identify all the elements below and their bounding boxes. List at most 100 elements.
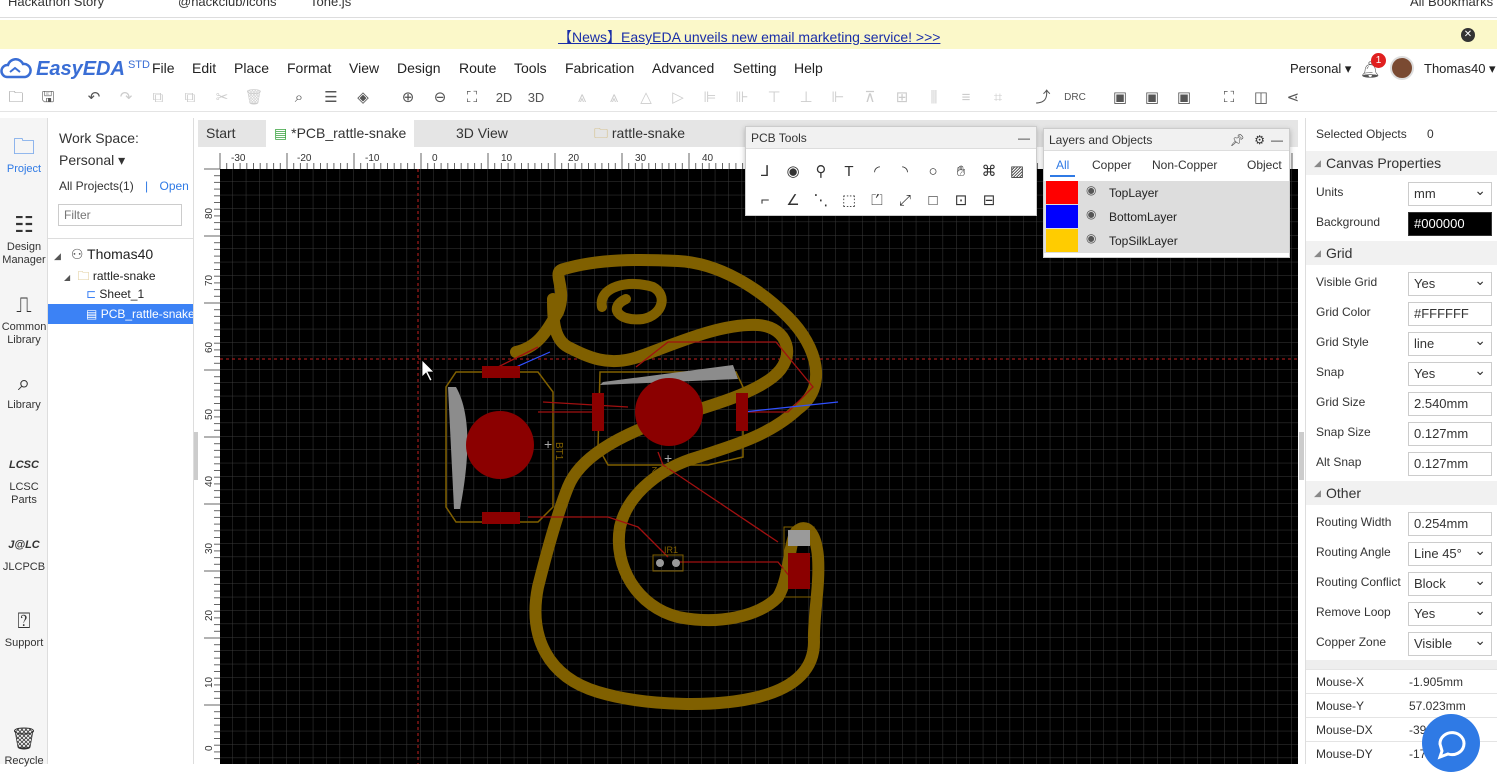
track-icon[interactable]: ⅃ [754, 161, 776, 183]
align-center-v-icon[interactable]: ⊼ [860, 88, 880, 108]
layers-icon[interactable]: ◫ [1251, 88, 1271, 108]
remove-loop-select[interactable]: Yes [1408, 599, 1492, 626]
eye-icon[interactable]: ◉ [1086, 207, 1096, 221]
photo-view-icon[interactable]: ⊟ [978, 190, 1000, 212]
snap-select[interactable]: Yes [1408, 359, 1492, 386]
rectangle-icon[interactable]: □ [922, 190, 944, 212]
camera-icon[interactable]: ▣ [1174, 88, 1194, 108]
arc-icon[interactable]: ◜ [866, 161, 888, 183]
layer-color-swatch[interactable] [1046, 181, 1078, 204]
bookmark-tonejs[interactable]: Tone.js [310, 0, 351, 9]
canvas-properties-section[interactable]: ◢ Canvas Properties [1306, 151, 1497, 175]
menu-file[interactable]: File [152, 60, 175, 76]
news-link[interactable]: 【News】EasyEDA unveils new email marketin… [558, 27, 940, 47]
delete-icon[interactable]: 🗑︎ [244, 88, 264, 108]
menu-route[interactable]: Route [459, 60, 496, 76]
find-similar-icon[interactable]: ☰ [321, 88, 341, 108]
rail-common-library[interactable]: ⎍ Common Library [0, 292, 48, 347]
image-icon[interactable]: ⛶ [1219, 88, 1239, 108]
routing-angle-select[interactable]: Line 45° [1408, 539, 1492, 566]
pin-icon[interactable]: 📌︎ [1230, 129, 1245, 151]
right-collapse-handle[interactable] [1299, 432, 1304, 480]
bookmark-hackclub-icons[interactable]: @hackclub/icons [178, 0, 276, 9]
snap-size-input[interactable]: 0.127mm [1408, 422, 1492, 446]
user-menu[interactable]: Thomas40 ▾ [1424, 61, 1496, 77]
component-pad-red[interactable] [788, 553, 810, 589]
tree-pcb[interactable]: ▤ PCB_rattle-snake [48, 304, 193, 324]
other-section[interactable]: ◢ Other [1306, 481, 1497, 505]
align-right-icon[interactable]: ⊪ [732, 88, 752, 108]
grid-size-input[interactable]: 2.540mm [1408, 392, 1492, 416]
zoom-in-icon[interactable]: ⊕ [398, 88, 418, 108]
rotate-icon[interactable]: ⩓ [604, 88, 624, 108]
tree-owner[interactable]: ◢ ⚇ Thomas40 [54, 246, 153, 263]
rail-support[interactable]: ⍰ Support [0, 608, 48, 650]
copper-area-icon[interactable]: ⬚ [838, 190, 860, 212]
menu-place[interactable]: Place [234, 60, 269, 76]
layer-color-swatch[interactable] [1046, 205, 1078, 228]
grid-color-input[interactable]: #FFFFFF [1408, 302, 1492, 326]
pan-hand-icon[interactable]: ✋︎ [950, 161, 972, 183]
units-select[interactable]: mm [1408, 179, 1492, 206]
distribute-h-icon[interactable]: ⫼ [924, 88, 944, 108]
layers-tab-copper[interactable]: Copper [1086, 153, 1137, 177]
workspace-dropdown[interactable]: Personal ▾ [59, 152, 125, 169]
gerber-icon[interactable]: ▣ [1142, 88, 1162, 108]
alt-snap-input[interactable]: 0.127mm [1408, 452, 1492, 476]
close-news-icon[interactable]: ✕ [1461, 28, 1475, 42]
grid-section[interactable]: ◢ Grid [1306, 241, 1497, 265]
menu-advanced[interactable]: Advanced [652, 60, 714, 76]
copy-icon[interactable]: ⧉ [148, 88, 168, 108]
menu-design[interactable]: Design [397, 60, 441, 76]
image-icon[interactable]: ▨ [1006, 161, 1028, 183]
chat-bubble-button[interactable] [1422, 714, 1480, 772]
mirror-icon[interactable]: ▷ [668, 88, 688, 108]
angle-icon[interactable]: ∠ [782, 190, 804, 212]
connect-icon[interactable]: ⌘ [978, 161, 1000, 183]
layer-color-swatch[interactable] [1046, 229, 1078, 252]
redo-icon[interactable]: ↷ [116, 88, 136, 108]
tab-pcb[interactable]: ▤ *PCB_rattle-snake [266, 120, 415, 147]
menu-tools[interactable]: Tools [514, 60, 547, 76]
component-pad-gray[interactable] [788, 530, 810, 546]
group-icon[interactable]: ⌗ [988, 88, 1008, 108]
arc-center-icon[interactable]: ◝ [894, 161, 916, 183]
fit-view-icon[interactable]: ⛶ [462, 88, 482, 108]
canvas-origin-icon[interactable]: ⊡ [950, 190, 972, 212]
bom-icon[interactable]: ▣ [1110, 88, 1130, 108]
eye-icon[interactable]: ◉ [1086, 183, 1096, 197]
layers-tab-non-copper[interactable]: Non-Copper [1146, 153, 1223, 177]
minimize-icon[interactable]: — [1018, 127, 1030, 149]
routing-width-input[interactable]: 0.254mm [1408, 512, 1492, 536]
circle-icon[interactable]: ○ [922, 161, 944, 183]
rail-jlcpcb[interactable]: J@LC JLCPCB [0, 532, 48, 574]
bt1-pad-center[interactable] [466, 411, 534, 479]
drc-button[interactable]: DRC [1062, 88, 1088, 108]
menu-view[interactable]: View [349, 60, 379, 76]
align-grid-icon[interactable]: ⊞ [892, 88, 912, 108]
layer-row-toplayer[interactable]: ◉ TopLayer [1044, 181, 1289, 205]
background-color-input[interactable]: #000000 [1408, 212, 1492, 236]
copper-zone-select[interactable]: Visible [1408, 629, 1492, 656]
routing-conflict-select[interactable]: Block [1408, 569, 1492, 596]
menu-format[interactable]: Format [287, 60, 331, 76]
align-top-icon[interactable]: ⊤ [764, 88, 784, 108]
layers-tab-object[interactable]: Object [1241, 153, 1288, 177]
align-bottom-icon[interactable]: ⊥ [796, 88, 816, 108]
layer-row-bottomlayer[interactable]: ◉ BottomLayer [1044, 205, 1289, 229]
tree-sheet[interactable]: ⊏ Sheet_1 [86, 287, 144, 301]
rail-lcsc-parts[interactable]: LCSC LCSC Parts [0, 452, 48, 507]
avatar[interactable] [1390, 56, 1414, 80]
layers-tab-all[interactable]: All [1050, 153, 1076, 177]
view-2d-button[interactable]: 2D [491, 88, 517, 108]
tree-project[interactable]: ◢ 🗀 rattle-snake [64, 267, 156, 288]
distribute-v-icon[interactable]: ≡ [956, 88, 976, 108]
bt2-pad-center[interactable] [635, 378, 703, 446]
gear-icon[interactable]: ⚙ [1254, 129, 1265, 151]
rail-project[interactable]: 🗀 Project [0, 134, 48, 176]
route-icon[interactable]: ⤴ [1033, 88, 1053, 108]
ir1-pin[interactable] [672, 559, 680, 567]
rail-design-manager[interactable]: ☷ Design Manager [0, 212, 48, 267]
bt1-pad[interactable] [482, 366, 520, 378]
flip-icon[interactable]: △ [636, 88, 656, 108]
